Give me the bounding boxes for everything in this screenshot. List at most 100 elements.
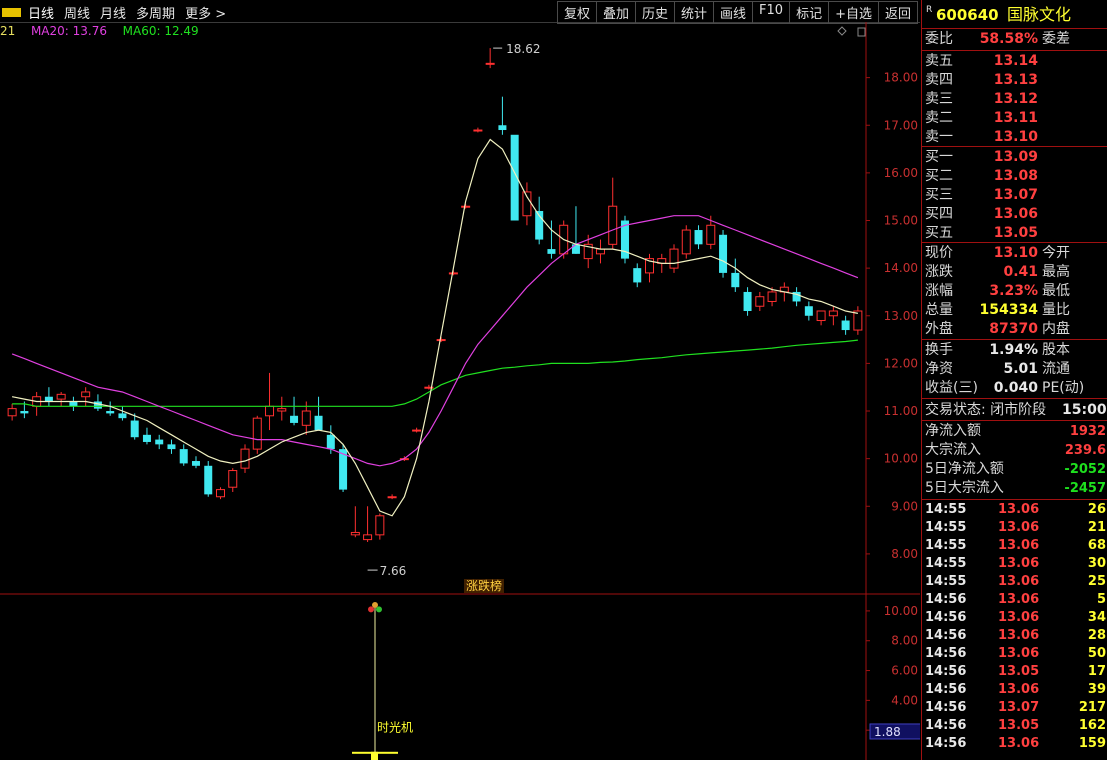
kline-chart[interactable]: 18.00 17.00 16.00 15.00 14.00 13.00 12.00 11.00…: [0, 22, 920, 760]
stat-label: 涨幅: [925, 283, 953, 299]
tab-multi-period[interactable]: 多周期: [131, 3, 180, 22]
flow-label: 5日大宗流入: [925, 480, 1004, 496]
flow-row: 净流入额 1932: [922, 422, 1107, 441]
flow-label: 大宗流入: [925, 442, 981, 458]
stock-name: 国脉文化: [1007, 5, 1072, 24]
tick-price: 13.05: [998, 664, 1040, 679]
tick-row: 14:55 13.06 68: [922, 537, 1107, 555]
tick-time: 14:56: [925, 718, 967, 733]
candle-body: [767, 291, 777, 302]
flow-value: -2052: [1064, 462, 1106, 477]
sell-level-label: 卖一: [925, 129, 953, 145]
ma-short-line: [11, 138, 859, 517]
stat-right-label: 最高: [1042, 264, 1070, 280]
candle-body: [375, 515, 385, 536]
price-tick-label: 13.00: [884, 309, 918, 323]
tick-time: 14:55: [925, 520, 967, 535]
sell-level-row: 卖三 13.12: [922, 90, 1107, 109]
f10-button[interactable]: F10: [752, 1, 790, 24]
candle-body: [265, 405, 275, 417]
r-badge-icon: R: [926, 5, 933, 15]
candle-body: [363, 534, 373, 541]
buy-level-price: 13.05: [993, 225, 1038, 241]
draw-line-button[interactable]: 画线: [713, 1, 753, 24]
candle-body: [387, 496, 397, 499]
tick-volume: 50: [1087, 646, 1106, 661]
tick-volume: 5: [1096, 592, 1106, 607]
stat-label: 外盘: [925, 321, 953, 337]
tick-time: 14:56: [925, 592, 967, 607]
statistics-button[interactable]: 统计: [674, 1, 714, 24]
buy-level-row: 买二 13.08: [922, 167, 1107, 186]
candle-body: [155, 439, 164, 445]
tick-volume: 68: [1087, 538, 1106, 553]
tick-time: 14:55: [925, 538, 967, 553]
tick-price: 13.06: [998, 556, 1040, 571]
sub-tick-label: 8.00: [891, 634, 918, 648]
candle-body: [204, 465, 213, 495]
overlay-button[interactable]: 叠加: [595, 1, 635, 24]
price-tick-label: 16.00: [884, 166, 918, 180]
candle-body: [350, 531, 360, 536]
tab-daily[interactable]: 日线: [23, 3, 59, 22]
buy-level-label: 买三: [925, 187, 953, 203]
candle-body: [828, 310, 838, 317]
back-button[interactable]: 返回: [877, 1, 918, 24]
candle-body: [547, 249, 556, 254]
history-button[interactable]: 历史: [634, 1, 674, 24]
candle-body: [240, 448, 250, 469]
low-price-label: 7.66: [380, 564, 407, 578]
tick-price: 13.06: [998, 628, 1040, 643]
tick-volume: 39: [1087, 682, 1106, 697]
tick-row: 14:56 13.07 217: [922, 699, 1107, 717]
tab-monthly[interactable]: 月线: [95, 3, 131, 22]
stat-row: 换手 1.94% 股本: [922, 341, 1107, 360]
ma-short-label: 21: [0, 24, 16, 38]
sell-level-row: 卖二 13.11: [922, 109, 1107, 128]
tick-time: 14:56: [925, 646, 967, 661]
tick-row: 14:56 13.06 5: [922, 591, 1107, 609]
stat-right-label: PE(动): [1042, 380, 1085, 396]
add-watchlist-button[interactable]: +自选: [828, 1, 878, 24]
sell-level-price: 13.12: [993, 91, 1038, 107]
tick-time: 14:56: [925, 682, 967, 697]
tick-row: 14:56 13.06 159: [922, 735, 1107, 753]
tick-price: 13.06: [998, 574, 1040, 589]
tab-weekly[interactable]: 周线: [59, 3, 95, 22]
stat-right-label: 内盘: [1042, 321, 1070, 337]
flow-value: 1932: [1069, 424, 1106, 439]
trade-time: 15:00:0: [1062, 402, 1107, 418]
candle-body: [277, 408, 287, 412]
stat-right-label: 流通: [1042, 361, 1070, 377]
tick-volume: 34: [1087, 610, 1106, 625]
tab-more[interactable]: 更多 >: [180, 3, 231, 22]
sub-tick-label: 4.00: [891, 693, 918, 707]
candle-body: [44, 396, 53, 402]
diamond-icon: [837, 26, 847, 36]
flow-value: 239.6: [1064, 443, 1106, 458]
candle-body: [743, 291, 752, 311]
candle-body: [20, 411, 29, 414]
stat-value: 0.040: [993, 380, 1038, 396]
candle-body: [56, 393, 66, 400]
stock-code: 600640: [936, 6, 999, 24]
sell-level-label: 卖四: [925, 72, 953, 88]
stat-row: 收益(三) 0.040 PE(动): [922, 379, 1107, 398]
ma60-label: MA60: 12.49: [122, 24, 199, 38]
candle-body: [706, 224, 716, 245]
tick-row: 14:55 13.06 30: [922, 555, 1107, 573]
stat-value: 13.10: [993, 245, 1038, 261]
mark-button[interactable]: 标记: [789, 1, 829, 24]
high-price-label: 18.62: [506, 42, 540, 56]
candle-body: [719, 234, 728, 273]
time-machine-dot: [376, 606, 382, 613]
time-machine-dot: [372, 601, 378, 608]
tick-volume: 217: [1078, 700, 1106, 715]
restore-rights-button[interactable]: 复权: [556, 1, 596, 24]
tick-row: 14:56 13.06 50: [922, 645, 1107, 663]
candle-body: [436, 339, 446, 342]
candle-body: [81, 391, 91, 398]
candle-body: [804, 306, 813, 316]
candle-body: [179, 449, 188, 464]
candle-body: [7, 408, 17, 417]
